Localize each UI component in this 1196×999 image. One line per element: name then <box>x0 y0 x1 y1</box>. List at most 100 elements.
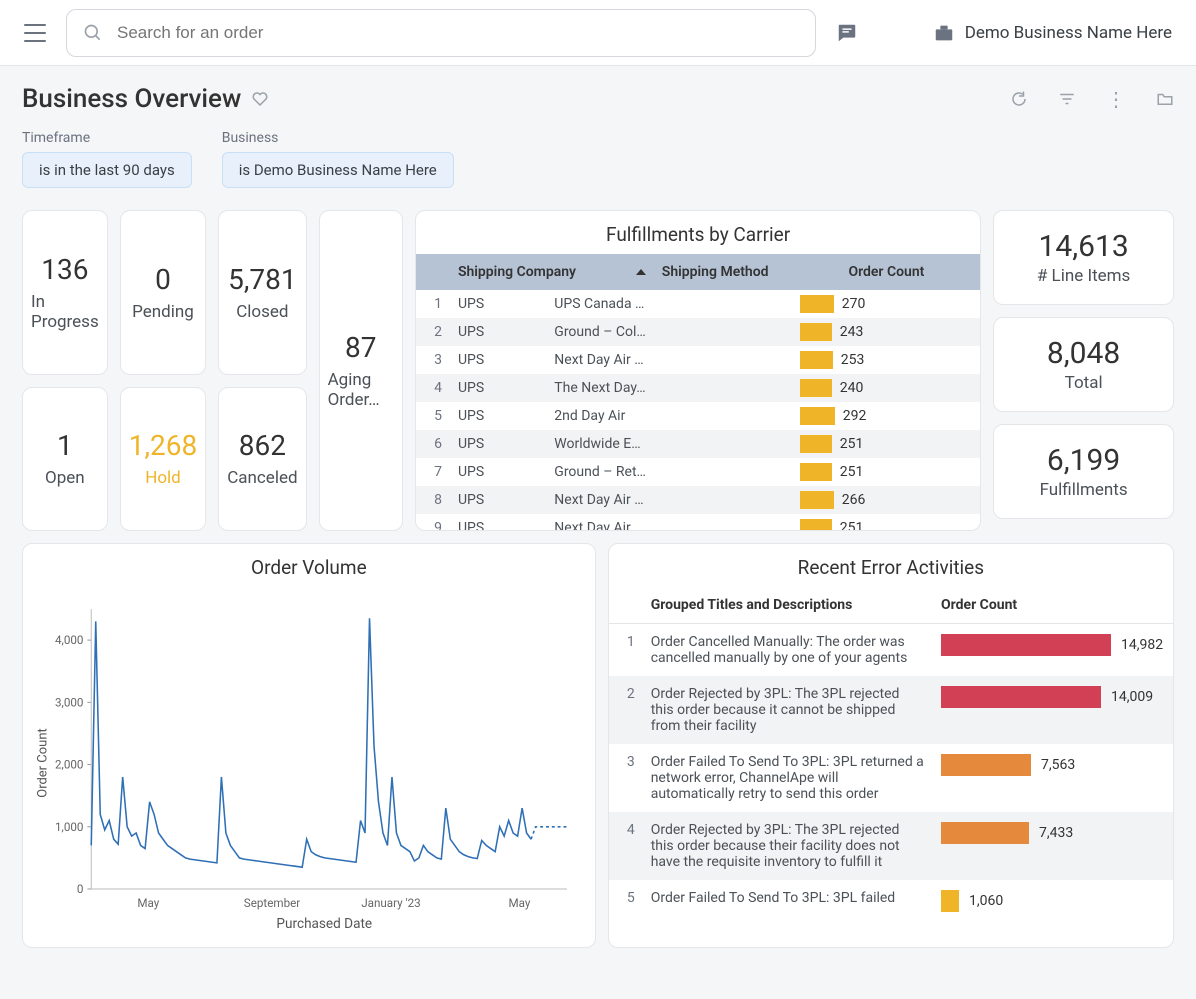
cell-method: 2nd Day Air <box>546 402 791 430</box>
panel-fulfillments-by-carrier: Fulfillments by Carrier Shipping Company… <box>415 210 981 531</box>
filter-business-chip[interactable]: is Demo Business Name Here <box>222 152 454 188</box>
col-order-count[interactable]: Order Count <box>840 254 980 290</box>
filter-icon[interactable] <box>1058 90 1076 108</box>
refresh-icon[interactable] <box>1010 90 1028 108</box>
table-row[interactable]: 1UPSUPS Canada …270 <box>416 290 980 318</box>
search-input[interactable] <box>117 23 799 43</box>
table-row[interactable]: 2Order Rejected by 3PL: The 3PL rejected… <box>609 676 1173 744</box>
stat-label: Aging Order… <box>328 370 394 410</box>
stat-label: Open <box>45 468 85 488</box>
table-row[interactable]: 3UPSNext Day Air …253 <box>416 346 980 374</box>
stat-card-open[interactable]: 1 Open <box>22 387 108 532</box>
cell-method: Next Day Air … <box>546 346 791 374</box>
search-icon <box>83 23 103 43</box>
cell-count: 266 <box>792 486 980 514</box>
stat-card-line-items[interactable]: 14,613 # Line Items <box>993 210 1174 305</box>
cell-error-desc: Order Failed To Send To 3PL: 3PL returne… <box>643 744 933 812</box>
stat-value: 6,199 <box>1002 443 1165 478</box>
briefcase-icon <box>933 22 955 44</box>
stat-card-hold[interactable]: 1,268 Hold <box>120 387 206 532</box>
stat-card-in-progress[interactable]: 136 In Progress <box>22 210 108 375</box>
cell-company: UPS <box>450 486 546 514</box>
page-title: Business Overview <box>22 84 241 114</box>
folder-icon[interactable] <box>1156 90 1174 108</box>
svg-text:1,000: 1,000 <box>55 820 83 834</box>
table-row[interactable]: 1Order Cancelled Manually: The order was… <box>609 624 1173 677</box>
stat-card-pending[interactable]: 0 Pending <box>120 210 206 375</box>
stat-label: Total <box>1002 373 1165 393</box>
search-field-wrap[interactable] <box>66 9 816 57</box>
table-row[interactable]: 3Order Failed To Send To 3PL: 3PL return… <box>609 744 1173 812</box>
panel-title: Fulfillments by Carrier <box>416 211 980 254</box>
cell-count: 240 <box>792 374 980 402</box>
stat-value: 1,268 <box>129 429 197 462</box>
cell-error-count: 1,060 <box>933 880 1173 922</box>
row-index: 4 <box>416 374 450 402</box>
table-row[interactable]: 8UPSNext Day Air …266 <box>416 486 980 514</box>
col-error-desc[interactable]: Grouped Titles and Descriptions <box>643 587 933 624</box>
cell-error-desc: Order Rejected by 3PL: The 3PL rejected … <box>643 812 933 880</box>
stat-card-fulfillments[interactable]: 6,199 Fulfillments <box>993 424 1174 519</box>
col-shipping-company[interactable]: Shipping Company <box>450 254 654 290</box>
cell-method: Next Day Air <box>546 514 791 530</box>
table-row[interactable]: 4Order Rejected by 3PL: The 3PL rejected… <box>609 812 1173 880</box>
col-error-count[interactable]: Order Count <box>933 587 1173 624</box>
row-index: 2 <box>416 318 450 346</box>
cell-error-count: 14,982 <box>933 624 1173 677</box>
row-index: 1 <box>416 290 450 318</box>
stat-value: 87 <box>345 331 376 364</box>
filters-row: Timeframe is in the last 90 days Busines… <box>22 130 1174 188</box>
row-index: 9 <box>416 514 450 530</box>
cell-error-desc: Order Cancelled Manually: The order was … <box>643 624 933 677</box>
stat-value: 8,048 <box>1002 336 1165 371</box>
table-row[interactable]: 4UPSThe Next Day…240 <box>416 374 980 402</box>
chat-icon[interactable] <box>836 22 858 44</box>
stat-value: 1 <box>57 429 73 462</box>
table-row[interactable]: 6UPSWorldwide E…251 <box>416 430 980 458</box>
cell-count: 253 <box>792 346 980 374</box>
hamburger-menu-icon[interactable] <box>24 24 46 42</box>
carrier-table-scroll[interactable]: 1UPSUPS Canada …2702UPSGround – Col…2433… <box>416 290 980 530</box>
cell-error-count: 7,433 <box>933 812 1173 880</box>
row-index: 8 <box>416 486 450 514</box>
stat-card-aging-orders[interactable]: 87 Aging Order… <box>319 210 403 531</box>
row-index: 5 <box>609 880 643 922</box>
row-index: 3 <box>609 744 643 812</box>
more-menu-icon[interactable]: ⋮ <box>1106 89 1126 109</box>
cell-error-desc: Order Failed To Send To 3PL: 3PL failed <box>643 880 933 922</box>
cell-company: UPS <box>450 290 546 318</box>
errors-table: Grouped Titles and Descriptions Order Co… <box>609 587 1173 922</box>
cell-company: UPS <box>450 458 546 486</box>
filter-timeframe-chip[interactable]: is in the last 90 days <box>22 152 192 188</box>
stat-card-closed[interactable]: 5,781 Closed <box>218 210 306 375</box>
cell-error-count: 14,009 <box>933 676 1173 744</box>
stat-value: 136 <box>41 253 88 286</box>
table-row[interactable]: 9UPSNext Day Air251 <box>416 514 980 530</box>
favorite-heart-icon[interactable] <box>251 90 269 108</box>
cell-error-desc: Order Rejected by 3PL: The 3PL rejected … <box>643 676 933 744</box>
table-row[interactable]: 7UPSGround – Ret…251 <box>416 458 980 486</box>
table-row[interactable]: 5Order Failed To Send To 3PL: 3PL failed… <box>609 880 1173 922</box>
table-row[interactable]: 2UPSGround – Col…243 <box>416 318 980 346</box>
stat-card-total[interactable]: 8,048 Total <box>993 317 1174 412</box>
col-shipping-method[interactable]: Shipping Method <box>654 254 841 290</box>
stat-card-canceled[interactable]: 862 Canceled <box>218 387 306 532</box>
page-actions: ⋮ <box>1010 89 1174 109</box>
current-business[interactable]: Demo Business Name Here <box>933 22 1172 44</box>
cell-company: UPS <box>450 402 546 430</box>
cell-method: Ground – Ret… <box>546 458 791 486</box>
table-row[interactable]: 5UPS2nd Day Air292 <box>416 402 980 430</box>
errors-scroll[interactable]: Grouped Titles and Descriptions Order Co… <box>609 587 1173 922</box>
filter-timeframe: Timeframe is in the last 90 days <box>22 130 192 188</box>
cell-count: 292 <box>792 402 980 430</box>
row-index: 3 <box>416 346 450 374</box>
svg-text:4,000: 4,000 <box>55 633 83 647</box>
cell-count: 251 <box>792 458 980 486</box>
cell-company: UPS <box>450 346 546 374</box>
filter-timeframe-label: Timeframe <box>22 130 192 146</box>
svg-text:January '23: January '23 <box>361 896 420 910</box>
cell-method: Worldwide E… <box>546 430 791 458</box>
stat-value: 5,781 <box>228 263 296 296</box>
page-header: Business Overview ⋮ <box>22 84 1174 114</box>
cell-company: UPS <box>450 514 546 530</box>
